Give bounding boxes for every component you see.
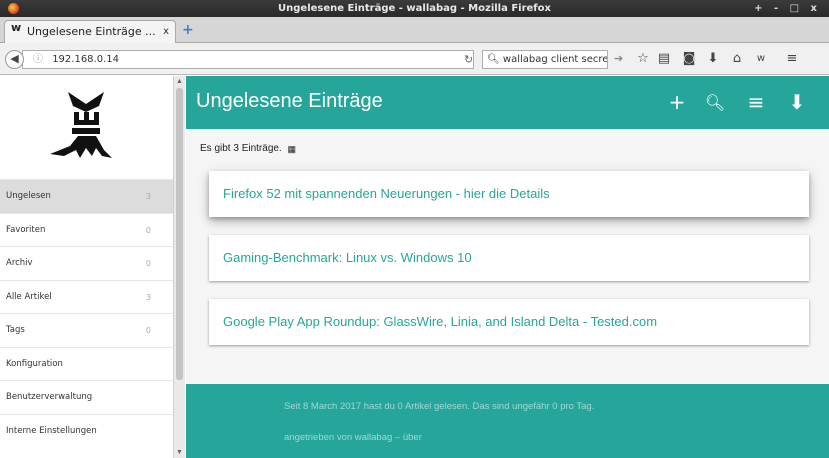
search-text: wallabag client secret	[502, 54, 608, 65]
entry-title[interactable]: Google Play App Roundup: GlassWire, Lini…	[223, 314, 657, 329]
window-controls[interactable]: + - □ x	[754, 0, 821, 17]
sidebar-item-label: Tags	[6, 325, 25, 335]
pocket-icon[interactable]: ◙	[682, 51, 696, 66]
new-tab-icon[interactable]: +	[182, 22, 194, 38]
bookmark-star-icon[interactable]: ☆	[636, 51, 650, 66]
sidebar-item-user-management[interactable]: Benutzerverwaltung	[0, 380, 173, 414]
sidebar: Ungelesen 3 Favoriten 0 Archiv 0 Alle Ar…	[0, 76, 173, 458]
tab-strip: w Ungelesene Einträge ... x +	[0, 17, 829, 43]
scroll-up-icon[interactable]: ▲	[176, 78, 183, 85]
reading-stats: Seit 8 March 2017 hast du 0 Artikel gele…	[284, 401, 595, 412]
sidebar-item-label: Ungelesen	[6, 191, 51, 201]
tab-label: Ungelesene Einträge ...	[27, 25, 156, 38]
sidebar-scrollbar[interactable]: ▲ ▼	[173, 76, 185, 458]
export-icon[interactable]: ⬇	[786, 90, 808, 114]
entry-title[interactable]: Gaming-Benchmark: Linux vs. Windows 10	[223, 250, 472, 265]
reader-icon[interactable]: ▤	[657, 51, 671, 66]
sidebar-item-count: 0	[145, 259, 151, 268]
sidebar-menu: Ungelesen 3 Favoriten 0 Archiv 0 Alle Ar…	[0, 179, 173, 447]
sidebar-item-archive[interactable]: Archiv 0	[0, 246, 173, 280]
window-titlebar: Ungelesene Einträge - wallabag - Mozilla…	[0, 0, 829, 17]
search-field-icon: 🔍︎	[487, 54, 500, 65]
search-icon[interactable]: 🔍︎	[704, 93, 726, 112]
page-title: Ungelesene Einträge	[196, 90, 383, 112]
menu-icon[interactable]: ≡	[785, 51, 799, 66]
scroll-down-icon[interactable]: ▼	[176, 449, 183, 456]
tab-close-icon[interactable]: x	[163, 21, 169, 43]
page-content: Ungelesen 3 Favoriten 0 Archiv 0 Alle Ar…	[0, 76, 829, 458]
sidebar-item-label: Favoriten	[6, 224, 46, 235]
search-go-icon[interactable]: ➔	[614, 52, 623, 65]
sidebar-item-label: Interne Einstellungen	[6, 425, 97, 436]
wallabag-favicon-icon: w	[11, 21, 22, 34]
wallabag-logo-icon[interactable]	[0, 76, 173, 179]
sidebar-item-label: Archiv	[6, 258, 33, 268]
url-text: 192.168.0.14	[52, 54, 119, 65]
main-area: Ungelesene Einträge + 🔍︎ ≡ ⬇ Es gibt 3 E…	[186, 76, 829, 458]
sidebar-item-count: 0	[145, 326, 151, 335]
firefox-logo-icon	[8, 3, 19, 14]
add-icon[interactable]: +	[666, 90, 688, 114]
app-header: Ungelesene Einträge + 🔍︎ ≡ ⬇	[186, 76, 829, 129]
sidebar-item-count: 0	[145, 225, 151, 235]
url-bar[interactable]: ⓘ 192.168.0.14	[22, 50, 474, 69]
sidebar-item-tags[interactable]: Tags 0	[0, 313, 173, 347]
home-icon[interactable]: ⌂	[730, 51, 744, 66]
entry-card[interactable]: Google Play App Roundup: GlassWire, Lini…	[209, 299, 809, 345]
download-icon[interactable]: ⬇	[706, 51, 720, 66]
sidebar-item-label: Benutzerverwaltung	[6, 392, 93, 402]
tab-unread-entries[interactable]: w Ungelesene Einträge ... x	[4, 20, 176, 43]
sidebar-item-all-articles[interactable]: Alle Artikel 3	[0, 279, 173, 314]
window-title: Ungelesene Einträge - wallabag - Mozilla…	[278, 3, 551, 14]
filter-icon[interactable]: ≡	[745, 90, 767, 114]
page-footer: Seit 8 March 2017 hast du 0 Artikel gele…	[186, 384, 829, 458]
sidebar-item-unread[interactable]: Ungelesen 3	[0, 179, 173, 213]
wallabag-icon[interactable]: w	[754, 53, 768, 64]
scrollbar-thumb[interactable]	[176, 88, 183, 380]
entry-card[interactable]: Gaming-Benchmark: Linux vs. Windows 10	[209, 235, 809, 281]
entries-count: Es gibt 3 Einträge. ▦	[200, 143, 296, 155]
powered-by[interactable]: angetrieben von wallabag – über	[284, 432, 422, 443]
search-input[interactable]: 🔍︎ wallabag client secret	[482, 50, 608, 69]
sidebar-item-label: Alle Artikel	[6, 291, 52, 302]
site-info-icon[interactable]: ⓘ	[33, 54, 43, 65]
entries-count-text: Es gibt 3 Einträge.	[200, 143, 282, 154]
back-icon: ◀	[10, 53, 19, 65]
grid-view-icon[interactable]: ▦	[288, 144, 296, 155]
sidebar-item-favorites[interactable]: Favoriten 0	[0, 212, 173, 247]
sidebar-item-count: 3	[145, 292, 151, 302]
sidebar-item-count: 3	[145, 192, 151, 201]
back-button[interactable]: ◀	[5, 50, 24, 69]
navigation-toolbar: ⓘ 192.168.0.14 ◀ ↻ 🔍︎ wallabag client se…	[0, 43, 829, 75]
sidebar-item-internal-settings[interactable]: Interne Einstellungen	[0, 413, 173, 448]
sidebar-item-configuration[interactable]: Konfiguration	[0, 346, 173, 381]
entry-card[interactable]: Firefox 52 mit spannenden Neuerungen - h…	[209, 171, 809, 217]
reload-icon[interactable]: ↻	[464, 53, 473, 66]
sidebar-item-label: Konfiguration	[6, 358, 63, 369]
entry-title[interactable]: Firefox 52 mit spannenden Neuerungen - h…	[223, 186, 550, 201]
